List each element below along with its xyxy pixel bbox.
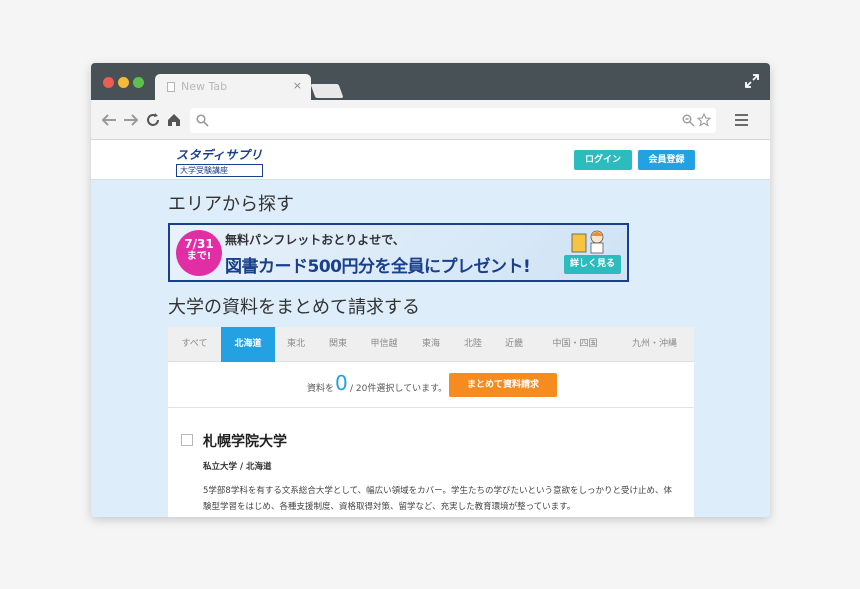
campaign-banner[interactable]: 7/31 まで! 無料パンフレットおとりよせで、 図書カード500円分を全員にプ… (168, 223, 629, 282)
tab-chugoku-shikoku[interactable]: 中国・四国 (535, 327, 615, 362)
minimize-window-button[interactable] (118, 77, 129, 88)
menu-icon[interactable] (735, 114, 748, 126)
banner-illustration-icon (571, 230, 604, 254)
badge-sub: まで! (186, 251, 212, 262)
browser-toolbar (91, 100, 770, 140)
university-checkbox[interactable] (181, 434, 193, 446)
fullscreen-icon[interactable] (744, 73, 760, 89)
maximize-window-button[interactable] (133, 77, 144, 88)
tab-kinki[interactable]: 近畿 (493, 327, 535, 362)
tab-hokuriku[interactable]: 北陸 (453, 327, 493, 362)
tab-close-button[interactable]: × (293, 79, 302, 92)
region-tabs: すべて 北海道 東北 関東 甲信越 東海 北陸 近畿 中国・四国 九州・沖縄 (168, 327, 694, 362)
home-icon[interactable] (165, 111, 183, 129)
banner-line2: 図書カード500円分を全員にプレゼント! (225, 257, 531, 277)
bulk-request-button[interactable]: まとめて資料請求 (449, 373, 557, 397)
deadline-badge: 7/31 まで! (176, 230, 222, 276)
tab-kanto[interactable]: 関東 (317, 327, 359, 362)
university-meta: 私立大学 / 北海道 (203, 462, 272, 472)
tab-hokkaido[interactable]: 北海道 (221, 327, 275, 362)
logo-sub-text: 大学受験講座 (176, 164, 263, 177)
tab-kyushu-okinawa[interactable]: 九州・沖縄 (615, 327, 694, 362)
materials-heading: 大学の資料をまとめて請求する (168, 297, 420, 318)
login-button[interactable]: ログイン (574, 150, 632, 170)
browser-tab[interactable]: New Tab × (155, 74, 311, 100)
browser-titlebar: New Tab × (91, 63, 770, 100)
badge-date: 7/31 (184, 237, 214, 251)
forward-arrow-icon[interactable] (122, 111, 140, 129)
bookmark-star-icon[interactable] (697, 113, 711, 127)
university-description: 5学部8学科を有する文系総合大学として、幅広い領域をカバー。学生たちの学びたいと… (203, 486, 673, 512)
tab-tohoku[interactable]: 東北 (275, 327, 317, 362)
banner-line1: 無料パンフレットおとりよせで、 (225, 233, 405, 247)
tab-title: New Tab (181, 80, 228, 93)
back-arrow-icon[interactable] (100, 111, 118, 129)
zoom-icon[interactable] (682, 114, 695, 127)
close-window-button[interactable] (103, 77, 114, 88)
selection-suffix: / 20件選択しています。 (350, 384, 448, 394)
address-bar[interactable] (190, 108, 716, 133)
reload-icon[interactable] (144, 111, 162, 129)
selection-prefix: 資料を (307, 384, 335, 394)
tab-koshinetsu[interactable]: 甲信越 (359, 327, 409, 362)
university-list-panel: すべて 北海道 東北 関東 甲信越 東海 北陸 近畿 中国・四国 九州・沖縄 資… (168, 327, 694, 517)
tab-all[interactable]: すべて (168, 327, 221, 362)
tab-tokai[interactable]: 東海 (409, 327, 453, 362)
university-name[interactable]: 札幌学院大学 (203, 431, 287, 451)
logo-main-text: スタディサプリ (176, 148, 263, 162)
selection-count: 0 (335, 371, 348, 395)
selection-bar: 資料を 0 / 20件選択しています。 まとめて資料請求 (168, 362, 694, 408)
site-logo[interactable]: スタディサプリ 大学受験講座 (176, 144, 263, 177)
search-icon (196, 114, 209, 127)
banner-details-button[interactable]: 詳しく見る (564, 255, 621, 274)
area-search-heading: エリアから探す (168, 194, 294, 215)
site-header: スタディサプリ 大学受験講座 ログイン 会員登録 (91, 140, 770, 180)
page-icon (167, 82, 175, 92)
new-tab-button[interactable] (310, 84, 344, 98)
register-button[interactable]: 会員登録 (638, 150, 695, 170)
browser-window: New Tab × スタディサプリ 大学受験講座 ログイン 会員登録 エリアから… (91, 63, 770, 517)
